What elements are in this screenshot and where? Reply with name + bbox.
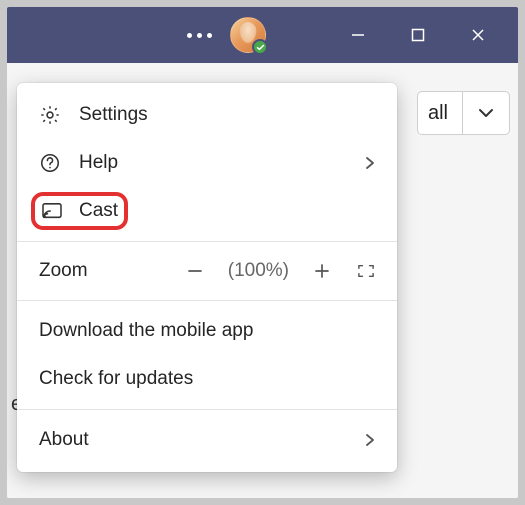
more-options-button[interactable] bbox=[187, 33, 212, 38]
window-controls bbox=[328, 7, 508, 63]
cast-icon bbox=[41, 202, 63, 220]
menu-item-zoom: Zoom (100%) bbox=[17, 248, 397, 294]
zoom-label: Zoom bbox=[39, 260, 88, 282]
menu-item-help[interactable]: Help bbox=[17, 139, 397, 187]
menu-item-cast[interactable]: Cast bbox=[17, 187, 397, 235]
fullscreen-button[interactable] bbox=[355, 260, 377, 282]
menu-separator bbox=[17, 241, 397, 242]
menu-item-label: About bbox=[39, 429, 363, 451]
menu-item-label: Cast bbox=[79, 200, 118, 222]
zoom-percentage: (100%) bbox=[228, 260, 289, 282]
menu-item-download-app[interactable]: Download the mobile app bbox=[17, 307, 397, 355]
minimize-button[interactable] bbox=[328, 7, 388, 63]
call-dropdown-toggle[interactable] bbox=[462, 92, 509, 134]
menu-separator bbox=[17, 409, 397, 410]
menu-separator bbox=[17, 300, 397, 301]
chevron-down-icon bbox=[477, 104, 495, 122]
avatar[interactable] bbox=[230, 17, 266, 53]
call-split-button[interactable]: all bbox=[417, 91, 510, 135]
app-window: all e Settings bbox=[7, 7, 518, 498]
chevron-right-icon bbox=[363, 156, 377, 170]
presence-available-icon bbox=[252, 39, 268, 55]
help-icon bbox=[39, 152, 65, 174]
minus-icon bbox=[186, 262, 204, 280]
cast-highlight: Cast bbox=[31, 192, 128, 230]
menu-item-label: Check for updates bbox=[39, 368, 377, 390]
plus-icon bbox=[313, 262, 331, 280]
content-area: all e Settings bbox=[7, 63, 518, 498]
gear-icon bbox=[39, 104, 65, 126]
titlebar bbox=[7, 7, 518, 63]
menu-item-label: Download the mobile app bbox=[39, 320, 377, 342]
menu-item-check-updates[interactable]: Check for updates bbox=[17, 355, 397, 403]
profile-menu: Settings Help bbox=[17, 83, 397, 472]
menu-item-settings[interactable]: Settings bbox=[17, 91, 397, 139]
fullscreen-icon bbox=[356, 263, 376, 279]
menu-item-label: Help bbox=[79, 152, 363, 174]
menu-item-about[interactable]: About bbox=[17, 416, 397, 464]
zoom-out-button[interactable] bbox=[184, 260, 206, 282]
zoom-in-button[interactable] bbox=[311, 260, 333, 282]
close-button[interactable] bbox=[448, 7, 508, 63]
call-button-label: all bbox=[418, 102, 462, 125]
maximize-button[interactable] bbox=[388, 7, 448, 63]
chevron-right-icon bbox=[363, 433, 377, 447]
menu-item-label: Settings bbox=[79, 104, 377, 126]
